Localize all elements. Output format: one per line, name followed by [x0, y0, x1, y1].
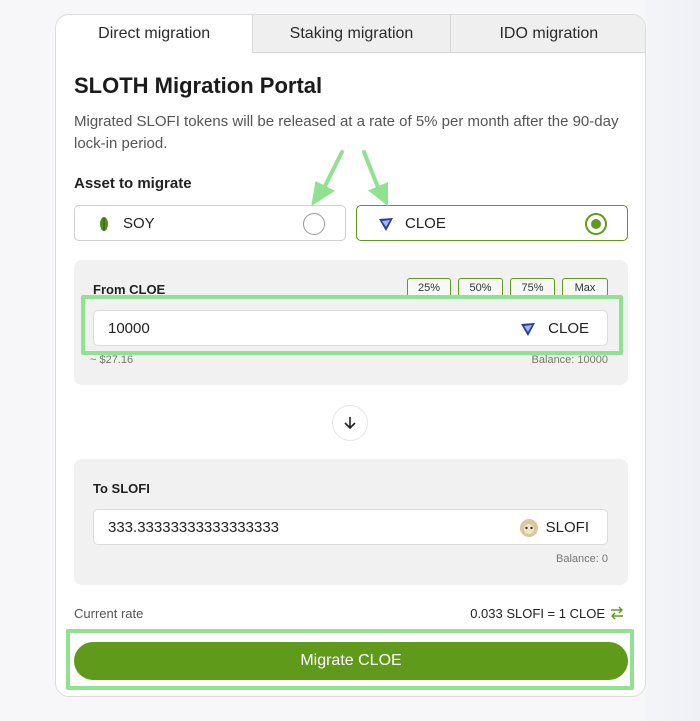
max-button[interactable]: Max	[562, 278, 608, 297]
cloe-logo-icon	[379, 218, 393, 231]
from-usd-value: ~ $27.16	[90, 354, 134, 366]
asset-option-cloe[interactable]: CLOE	[356, 205, 628, 241]
to-balance: Balance: 0	[556, 553, 608, 565]
asset-option-label: CLOE	[405, 215, 446, 232]
radio-cloe[interactable]	[585, 213, 607, 235]
from-amount-value[interactable]: 10000	[108, 320, 150, 337]
swap-direction-button[interactable]	[332, 405, 368, 441]
swap-arrows-icon[interactable]	[609, 605, 625, 621]
page-title: SLOTH Migration Portal	[74, 73, 323, 98]
to-label: To SLOFI	[93, 481, 150, 496]
from-token-label: CLOE	[548, 320, 589, 337]
tab-direct-migration[interactable]: Direct migration	[56, 15, 253, 53]
migrate-button[interactable]: Migrate CLOE	[74, 642, 628, 680]
to-amount-value: 333.33333333333333333	[108, 519, 280, 536]
migration-card: Direct migration Staking migration IDO m…	[55, 14, 646, 697]
arrow-down-icon	[344, 417, 356, 430]
rate-label: Current rate	[74, 606, 144, 621]
asset-label: Asset to migrate	[74, 175, 192, 192]
asset-option-label: SOY	[123, 215, 155, 232]
to-panel: To SLOFI 333.33333333333333333 SLOFI Bal…	[74, 459, 628, 585]
slofi-logo-icon	[520, 519, 538, 537]
asset-option-soy[interactable]: SOY	[74, 205, 346, 241]
tab-bar: Direct migration Staking migration IDO m…	[56, 15, 645, 53]
from-label: From CLOE	[93, 282, 166, 297]
page-background	[645, 0, 700, 721]
tab-ido-migration[interactable]: IDO migration	[449, 15, 645, 53]
percent-75-button[interactable]: 75%	[510, 278, 555, 297]
percent-50-button[interactable]: 50%	[458, 278, 503, 297]
rate-value: 0.033 SLOFI = 1 CLOE	[470, 606, 605, 621]
to-token-label: SLOFI	[545, 519, 589, 536]
from-balance: Balance: 10000	[531, 354, 608, 366]
radio-soy[interactable]	[303, 213, 325, 235]
from-panel: From CLOE 25% 50% 75% Max 10000 CLOE ~ $…	[74, 260, 628, 385]
tab-staking-migration[interactable]: Staking migration	[252, 15, 450, 53]
percent-25-button[interactable]: 25%	[407, 278, 451, 297]
page-description: Migrated SLOFI tokens will be released a…	[74, 113, 619, 152]
cloe-logo-icon	[521, 323, 535, 336]
soy-leaf-icon	[100, 217, 108, 231]
to-amount-field[interactable]: 333.33333333333333333 SLOFI	[93, 509, 608, 545]
from-amount-field[interactable]: 10000 CLOE	[93, 310, 608, 346]
